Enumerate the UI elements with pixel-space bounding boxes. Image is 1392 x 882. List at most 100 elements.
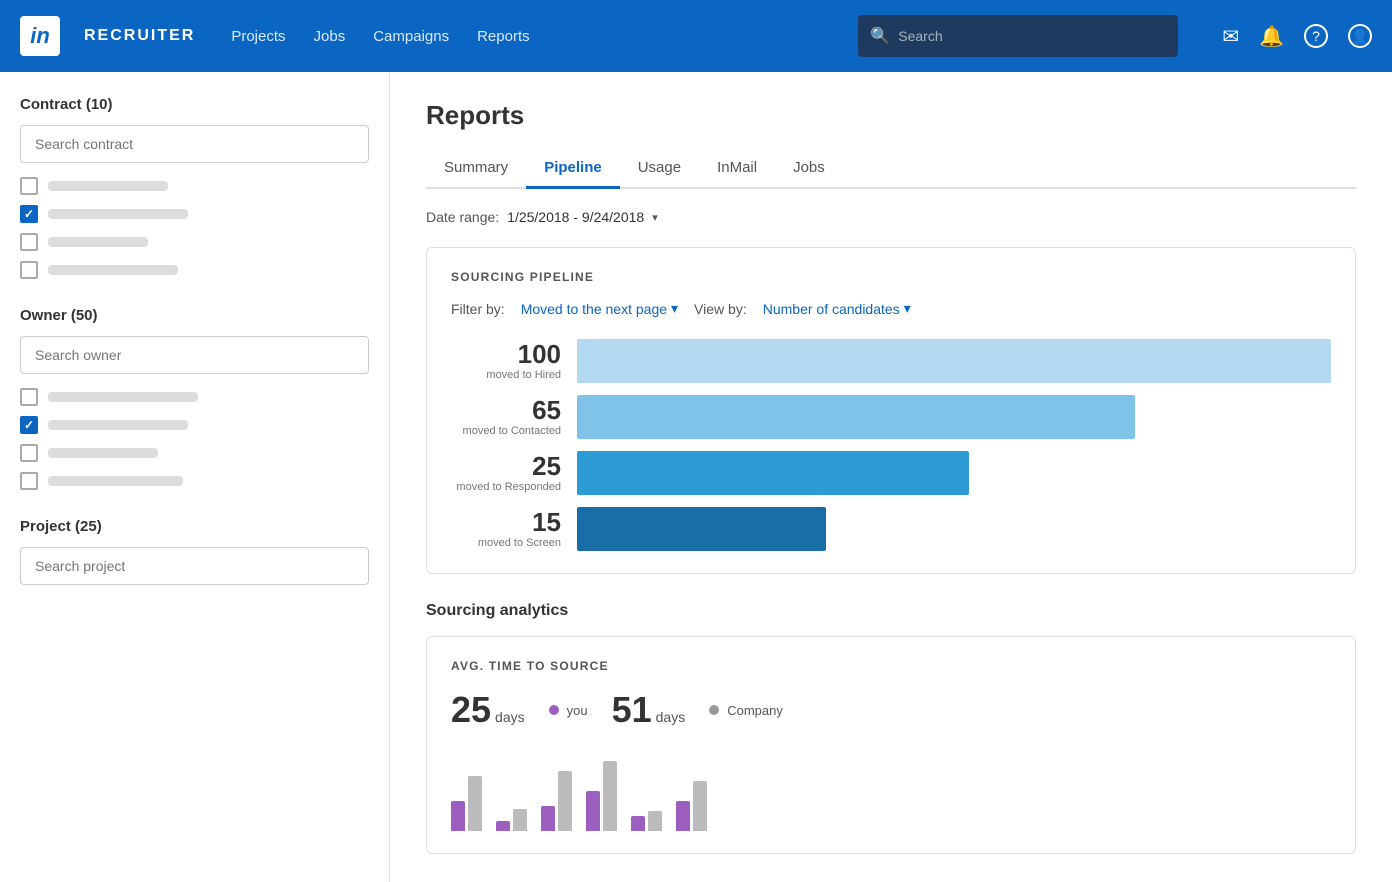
- bar-fill: [577, 395, 1135, 439]
- mini-bar-you: [586, 791, 600, 831]
- contract-filter-section: Contract (10): [20, 96, 369, 279]
- pipeline-bar-chart: 100 moved to Hired 65 moved to Contacted…: [451, 339, 1331, 551]
- contract-checkbox-1[interactable]: [20, 177, 38, 195]
- project-search-input[interactable]: [20, 547, 369, 585]
- logo-in-text: in: [30, 23, 50, 49]
- nav-projects[interactable]: Projects: [231, 28, 285, 45]
- company-days-label: days: [656, 709, 686, 725]
- date-range-label: Date range:: [426, 209, 499, 225]
- filter-by-dropdown[interactable]: Moved to the next page ▾: [521, 300, 678, 317]
- nav-icon-group: ✉ 🔔 ? 👤: [1222, 24, 1372, 49]
- owner-checkbox-1[interactable]: [20, 388, 38, 406]
- top-navigation: in RECRUITER Projects Jobs Campaigns Rep…: [0, 0, 1392, 72]
- owner-item-4: [20, 472, 369, 490]
- bar-sublabel: moved to Hired: [451, 369, 561, 381]
- nav-reports[interactable]: Reports: [477, 28, 530, 45]
- bar-track: [577, 339, 1331, 383]
- avg-stats-row: 25 days you 51 days Company: [451, 689, 1331, 731]
- tab-summary[interactable]: Summary: [426, 149, 526, 189]
- user-icon[interactable]: 👤: [1348, 24, 1372, 48]
- mini-bar-group: [451, 776, 482, 831]
- bell-icon[interactable]: 🔔: [1259, 24, 1284, 49]
- mini-bar-group: [496, 809, 527, 831]
- owner-checkbox-3[interactable]: [20, 444, 38, 462]
- date-range-row: Date range: 1/25/2018 - 9/24/2018 ▾: [426, 209, 1356, 225]
- bar-value: 100: [451, 341, 561, 367]
- project-filter-title: Project (25): [20, 518, 369, 535]
- bar-label-group: 25 moved to Responded: [451, 453, 561, 493]
- owner-search-input[interactable]: [20, 336, 369, 374]
- filter-by-label: Filter by:: [451, 301, 505, 317]
- bar-value: 15: [451, 509, 561, 535]
- pipeline-bar-row: 65 moved to Contacted: [451, 395, 1331, 439]
- global-search-input[interactable]: [898, 28, 1166, 44]
- owner-checkbox-4[interactable]: [20, 472, 38, 490]
- company-legend-label: Company: [727, 703, 783, 718]
- mini-bar-company: [468, 776, 482, 831]
- main-nav-links: Projects Jobs Campaigns Reports: [231, 28, 529, 45]
- contract-search-input[interactable]: [20, 125, 369, 163]
- mini-bar-group: [676, 781, 707, 831]
- mini-bar-company: [513, 809, 527, 831]
- view-by-label: View by:: [694, 301, 747, 317]
- bar-label-group: 15 moved to Screen: [451, 509, 561, 549]
- owner-item-2: [20, 416, 369, 434]
- date-range-chevron[interactable]: ▾: [652, 211, 658, 224]
- global-search-bar[interactable]: 🔍: [858, 15, 1178, 57]
- owner-checkbox-2[interactable]: [20, 416, 38, 434]
- filter-by-value: Moved to the next page: [521, 301, 667, 317]
- nav-campaigns[interactable]: Campaigns: [373, 28, 449, 45]
- you-legend-label: you: [567, 703, 588, 718]
- contract-checkbox-2[interactable]: [20, 205, 38, 223]
- bar-label-group: 65 moved to Contacted: [451, 397, 561, 437]
- owner-label-bar-2: [48, 420, 188, 430]
- search-icon: 🔍: [870, 26, 890, 46]
- sourcing-analytics-title: Sourcing analytics: [426, 602, 1356, 620]
- mini-bar-chart: [451, 751, 1331, 831]
- owner-label-bar-3: [48, 448, 158, 458]
- mini-bar-you: [451, 801, 465, 831]
- you-legend: you: [549, 703, 588, 718]
- company-days-value: 51: [612, 689, 652, 731]
- bar-fill: [577, 339, 1331, 383]
- you-stat: 25 days: [451, 689, 525, 731]
- contract-item-3: [20, 233, 369, 251]
- view-by-value: Number of candidates: [763, 301, 900, 317]
- mini-bar-company: [693, 781, 707, 831]
- mail-icon[interactable]: ✉: [1222, 24, 1239, 49]
- contract-checkbox-3[interactable]: [20, 233, 38, 251]
- owner-filter-title: Owner (50): [20, 307, 369, 324]
- filter-chevron-icon: ▾: [671, 300, 678, 317]
- pipeline-bar-row: 100 moved to Hired: [451, 339, 1331, 383]
- bar-sublabel: moved to Responded: [451, 481, 561, 493]
- tab-inmail[interactable]: InMail: [699, 149, 775, 189]
- owner-label-bar-4: [48, 476, 183, 486]
- contract-checkbox-4[interactable]: [20, 261, 38, 279]
- tab-pipeline[interactable]: Pipeline: [526, 149, 620, 189]
- contract-label-bar-2: [48, 209, 188, 219]
- owner-filter-section: Owner (50): [20, 307, 369, 490]
- company-legend: Company: [709, 703, 783, 718]
- nav-jobs[interactable]: Jobs: [314, 28, 346, 45]
- avg-time-section: AVG. TIME TO SOURCE 25 days you 51 days …: [426, 636, 1356, 854]
- bar-fill: [577, 507, 826, 551]
- company-stat: 51 days: [612, 689, 686, 731]
- contract-item-4: [20, 261, 369, 279]
- pipeline-bar-row: 15 moved to Screen: [451, 507, 1331, 551]
- you-legend-dot: [549, 705, 559, 715]
- view-by-dropdown[interactable]: Number of candidates ▾: [763, 300, 911, 317]
- you-days-value: 25: [451, 689, 491, 731]
- date-range-value[interactable]: 1/25/2018 - 9/24/2018: [507, 209, 644, 225]
- owner-item-3: [20, 444, 369, 462]
- project-filter-section: Project (25): [20, 518, 369, 599]
- contract-label-bar-4: [48, 265, 178, 275]
- sourcing-pipeline-title: SOURCING PIPELINE: [451, 270, 1331, 284]
- help-icon[interactable]: ?: [1304, 24, 1328, 48]
- owner-item-1: [20, 388, 369, 406]
- tab-jobs[interactable]: Jobs: [775, 149, 843, 189]
- tab-usage[interactable]: Usage: [620, 149, 699, 189]
- contract-filter-title: Contract (10): [20, 96, 369, 113]
- mini-bar-you: [631, 816, 645, 831]
- linkedin-logo[interactable]: in: [20, 16, 60, 56]
- pipeline-bar-row: 25 moved to Responded: [451, 451, 1331, 495]
